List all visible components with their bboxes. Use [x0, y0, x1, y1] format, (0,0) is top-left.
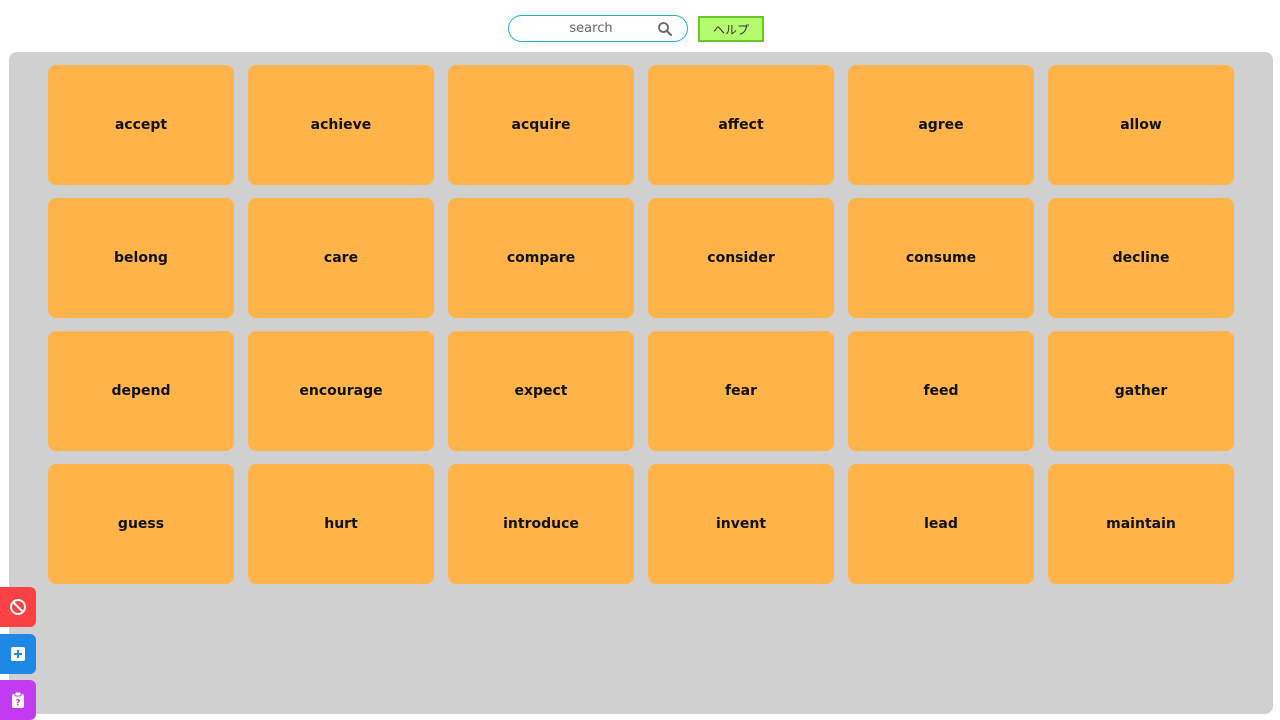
word-card-label: invent	[715, 516, 767, 532]
top-bar: ヘルプ	[0, 0, 1280, 52]
word-card-label: allow	[1120, 117, 1162, 133]
word-card-label: consume	[905, 250, 977, 266]
word-card-label: affect	[718, 117, 764, 133]
word-card-label: maintain	[1106, 516, 1176, 532]
word-card[interactable]: consider	[648, 198, 834, 318]
word-card[interactable]: compare	[448, 198, 634, 318]
block-icon	[10, 599, 26, 615]
word-card[interactable]: acquire	[448, 65, 634, 185]
word-card[interactable]: depend	[48, 331, 234, 451]
word-card-label: feed	[923, 383, 959, 399]
word-card-label: expect	[514, 383, 568, 399]
word-card[interactable]: maintain	[1048, 464, 1234, 584]
word-card[interactable]: decline	[1048, 198, 1234, 318]
search-input[interactable]	[523, 18, 659, 39]
word-card[interactable]: feed	[848, 331, 1034, 451]
word-card-label: accept	[114, 117, 168, 133]
word-card-label: care	[323, 250, 359, 266]
word-card[interactable]: affect	[648, 65, 834, 185]
word-card-label: achieve	[310, 117, 372, 133]
help-button[interactable]: ヘルプ	[698, 16, 764, 42]
word-card[interactable]: gather	[1048, 331, 1234, 451]
word-board: accept achieve acquire affect agree allow belo…	[9, 52, 1273, 714]
add-box-icon	[11, 647, 25, 661]
clipboard-question-icon: ?	[12, 691, 24, 709]
word-card-label: lead	[924, 516, 958, 532]
word-card-label: compare	[506, 250, 576, 266]
add-button[interactable]	[0, 634, 36, 674]
word-card[interactable]: encourage	[248, 331, 434, 451]
word-card[interactable]: introduce	[448, 464, 634, 584]
svg-text:?: ?	[15, 699, 20, 709]
word-card-label: gather	[1114, 383, 1168, 399]
word-card-label: encourage	[299, 383, 383, 399]
word-card[interactable]: hurt	[248, 464, 434, 584]
word-card-grid: accept achieve acquire affect agree allow belo…	[48, 65, 1234, 584]
word-card[interactable]: accept	[48, 65, 234, 185]
word-card-label: hurt	[324, 516, 358, 532]
word-card[interactable]: expect	[448, 331, 634, 451]
quiz-button[interactable]: ?	[0, 680, 36, 720]
word-card-label: acquire	[511, 117, 571, 133]
word-card[interactable]: consume	[848, 198, 1034, 318]
word-card-label: consider	[707, 250, 775, 266]
word-card-label: guess	[117, 516, 165, 532]
word-card[interactable]: invent	[648, 464, 834, 584]
word-card[interactable]: agree	[848, 65, 1034, 185]
word-card[interactable]: achieve	[248, 65, 434, 185]
word-card-label: fear	[725, 383, 757, 399]
word-card-label: decline	[1112, 250, 1170, 266]
word-card[interactable]: fear	[648, 331, 834, 451]
word-card[interactable]: lead	[848, 464, 1034, 584]
word-card[interactable]: care	[248, 198, 434, 318]
word-card[interactable]: allow	[1048, 65, 1234, 185]
word-card-label: depend	[111, 383, 171, 399]
search-icon[interactable]	[657, 21, 673, 37]
word-card[interactable]: guess	[48, 464, 234, 584]
word-card-label: agree	[918, 117, 964, 133]
search-box	[508, 15, 688, 42]
clear-button[interactable]	[0, 587, 36, 627]
word-card[interactable]: belong	[48, 198, 234, 318]
word-card-label: introduce	[503, 516, 579, 532]
word-card-label: belong	[114, 250, 168, 266]
